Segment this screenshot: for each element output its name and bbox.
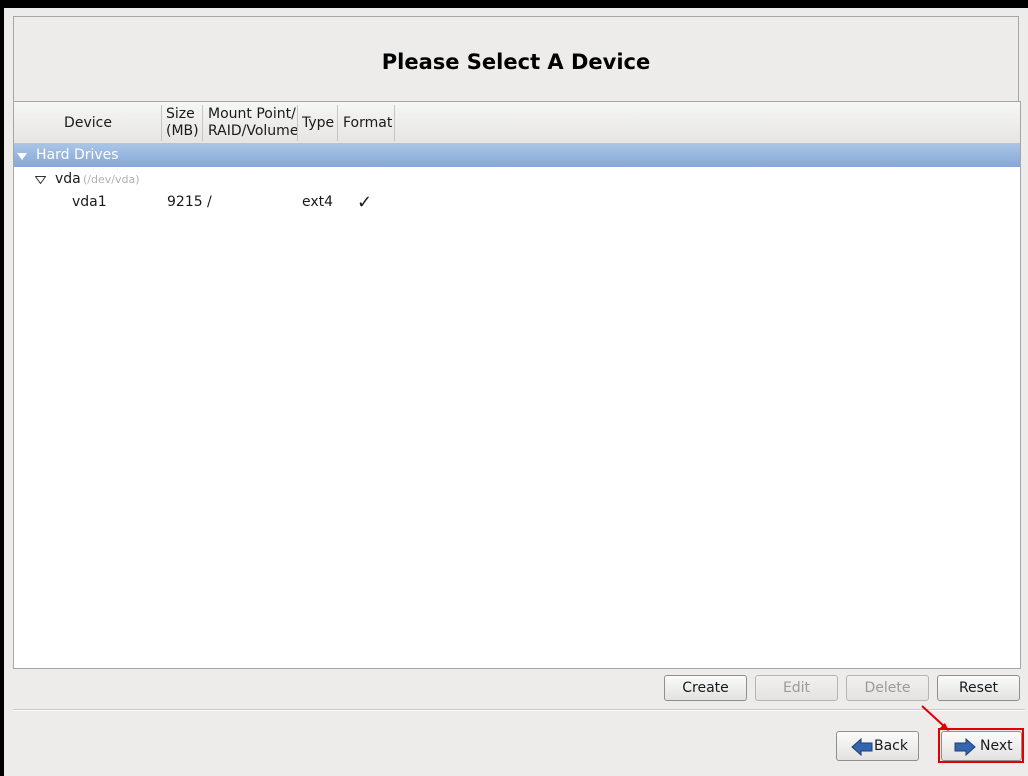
- reset-button[interactable]: Reset: [937, 675, 1020, 701]
- arrow-right-icon: [954, 738, 976, 756]
- expander-down-icon[interactable]: [35, 176, 46, 184]
- partition-device: vda1: [72, 194, 107, 210]
- next-button[interactable]: Next: [941, 731, 1022, 761]
- column-separator: [161, 105, 162, 141]
- device-tree[interactable]: Device Size (MB) Mount Point/ RAID/Volum…: [13, 101, 1021, 669]
- annotation-arrow-icon: [921, 705, 949, 731]
- tree-row-vda[interactable]: vda (/dev/vda): [14, 168, 1020, 191]
- expander-down-icon[interactable]: [17, 153, 27, 160]
- tree-header: Device Size (MB) Mount Point/ RAID/Volum…: [14, 102, 1020, 144]
- column-header-mount-line1: Mount Point/: [208, 106, 296, 122]
- header-panel: Please Select A Device: [13, 16, 1019, 102]
- column-separator: [394, 105, 395, 141]
- column-header-size-line2: (MB): [166, 123, 199, 139]
- next-button-label: Next: [980, 738, 1013, 754]
- partition-mount: /: [207, 194, 212, 210]
- tree-row-hard-drives[interactable]: Hard Drives: [14, 144, 1020, 167]
- column-separator: [202, 105, 203, 141]
- column-header-device[interactable]: Device: [14, 102, 162, 144]
- drive-name: vda: [55, 171, 81, 187]
- installer-window: Please Select A Device Device Size (MB) …: [4, 8, 1028, 776]
- create-button[interactable]: Create: [664, 675, 747, 701]
- column-header-size[interactable]: Size (MB): [166, 105, 204, 141]
- column-header-format[interactable]: Format: [343, 102, 395, 144]
- column-header-size-line1: Size: [166, 106, 195, 122]
- divider: [13, 709, 1025, 711]
- edit-button[interactable]: Edit: [755, 675, 838, 701]
- group-label: Hard Drives: [36, 147, 119, 163]
- column-header-type[interactable]: Type: [302, 102, 338, 144]
- column-separator: [337, 105, 338, 141]
- column-separator: [297, 105, 298, 141]
- drive-path: (/dev/vda): [83, 173, 140, 186]
- back-button[interactable]: Back: [836, 731, 919, 761]
- back-button-label: Back: [874, 738, 908, 754]
- column-header-mount[interactable]: Mount Point/ RAID/Volume: [208, 105, 298, 141]
- column-header-mount-line2: RAID/Volume: [208, 123, 299, 139]
- format-check-icon: ✓: [357, 192, 373, 213]
- partition-size: 9215: [167, 194, 203, 210]
- arrow-left-icon: [851, 738, 873, 756]
- partition-type: ext4: [302, 194, 334, 210]
- delete-button[interactable]: Delete: [846, 675, 929, 701]
- tree-row-vda1[interactable]: vda1 9215 / ext4 ✓: [14, 191, 1020, 214]
- page-title: Please Select A Device: [381, 50, 651, 74]
